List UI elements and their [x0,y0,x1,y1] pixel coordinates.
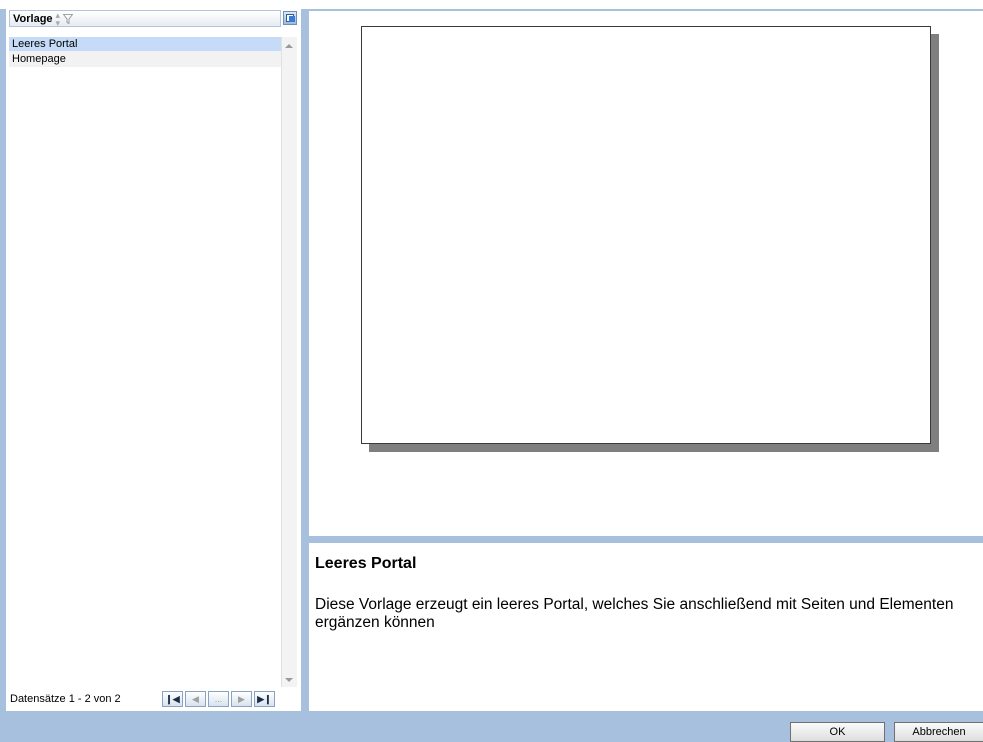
template-description-panel: Leeres Portal Diese Vorlage erzeugt ein … [309,543,983,711]
column-chooser-icon[interactable] [283,11,297,25]
pager-prev-button[interactable]: ◀ [185,691,206,707]
template-grid: Vorlage ▴ ▾ Leeres Portal Homepage Datens… [6,9,302,711]
pager-last-button[interactable]: ▶❙ [254,691,275,707]
ok-button[interactable]: OK [790,722,885,742]
grid-rows: Leeres Portal Homepage [9,37,281,67]
pager-first-button[interactable]: ❙◀ [162,691,183,707]
row-label: Homepage [12,53,66,65]
scroll-up-icon[interactable] [285,44,293,48]
template-title: Leeres Portal [315,555,417,572]
pager-more-button[interactable]: ... [208,691,229,707]
template-description: Diese Vorlage erzeugt ein leeres Portal,… [315,596,954,631]
grid-row-homepage[interactable]: Homepage [9,52,281,67]
cancel-button[interactable]: Abbrechen [894,722,983,742]
sort-icon[interactable]: ▴ ▾ [56,10,61,27]
frame-top [0,0,983,9]
column-header-label: Vorlage [13,12,53,25]
preview-thumbnail [361,26,931,444]
grid-column-header[interactable]: Vorlage ▴ ▾ [9,10,281,27]
grid-row-leeres-portal[interactable]: Leeres Portal [9,37,281,52]
pager-next-button[interactable]: ▶ [231,691,252,707]
row-label: Leeres Portal [12,38,78,50]
horizontal-splitter[interactable] [309,536,983,543]
filter-icon[interactable] [63,13,74,24]
vertical-splitter[interactable] [301,9,309,711]
grid-vertical-scrollbar[interactable] [281,37,297,687]
grid-pager: Datensätze 1 - 2 von 2 ❙◀ ◀ ... ▶ ▶❙ [9,688,299,710]
pager-status: Datensätze 1 - 2 von 2 [10,693,121,705]
scroll-down-icon[interactable] [285,678,293,682]
